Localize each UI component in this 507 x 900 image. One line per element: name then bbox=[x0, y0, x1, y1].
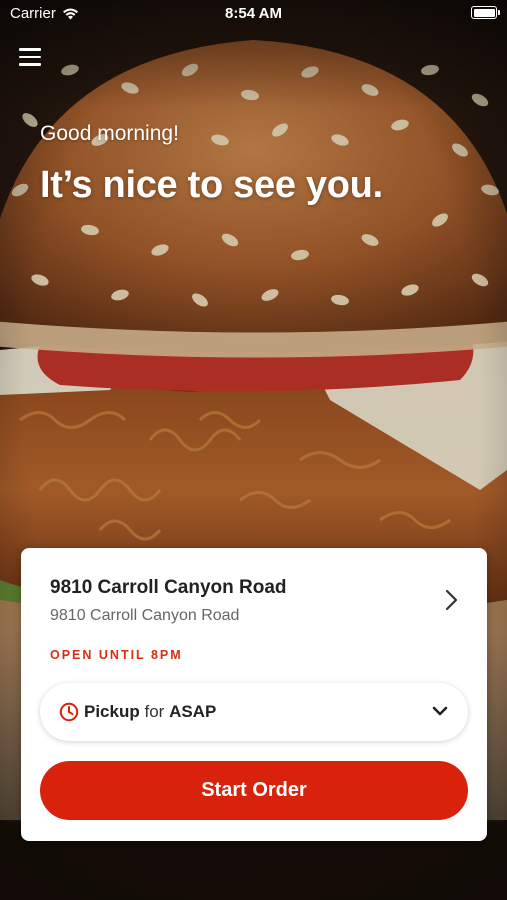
pickup-mode: Pickup bbox=[84, 702, 140, 721]
pickup-connector: for bbox=[144, 702, 165, 721]
store-hours: OPEN UNTIL 8PM bbox=[50, 648, 183, 662]
pickup-time-selector[interactable]: Pickup for ASAP bbox=[40, 683, 468, 741]
store-name: 9810 Carroll Canyon Road bbox=[50, 577, 287, 598]
store-selector[interactable]: 9810 Carroll Canyon Road 9810 Carroll Ca… bbox=[21, 548, 487, 648]
pickup-summary: Pickup for ASAP bbox=[84, 702, 216, 722]
status-right bbox=[471, 6, 500, 19]
pickup-time: ASAP bbox=[169, 702, 217, 721]
status-bar: Carrier 8:54 AM bbox=[0, 0, 507, 28]
start-order-button[interactable]: Start Order bbox=[40, 761, 468, 820]
chevron-down-icon bbox=[432, 706, 448, 716]
greeting-headline: It’s nice to see you. bbox=[40, 164, 383, 206]
battery-icon bbox=[471, 6, 500, 19]
store-card: 9810 Carroll Canyon Road 9810 Carroll Ca… bbox=[21, 548, 487, 841]
store-address: 9810 Carroll Canyon Road bbox=[50, 607, 240, 624]
hamburger-menu-icon[interactable] bbox=[19, 48, 41, 68]
status-time: 8:54 AM bbox=[225, 5, 282, 22]
greeting-salutation: Good morning! bbox=[40, 122, 179, 145]
chevron-right-icon bbox=[445, 589, 458, 611]
clock-icon bbox=[59, 702, 79, 722]
